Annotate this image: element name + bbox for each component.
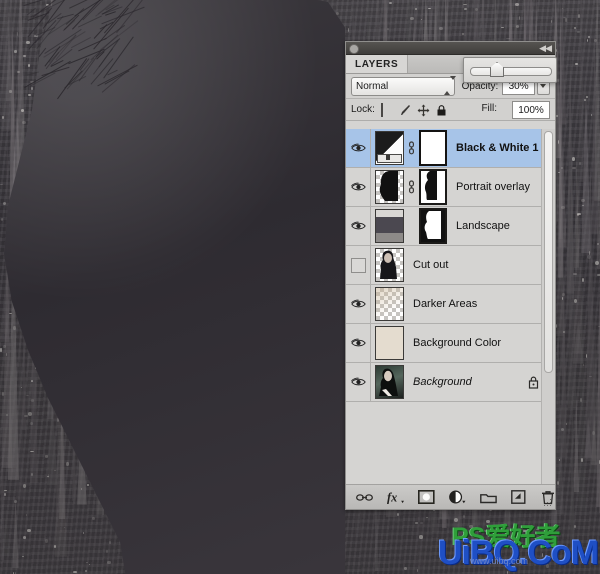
brush-icon bbox=[400, 104, 410, 115]
lock-icon bbox=[437, 104, 446, 115]
chevron-updown-icon[interactable] bbox=[443, 75, 456, 95]
eye-icon bbox=[350, 377, 366, 386]
layer-visibility-empty[interactable] bbox=[350, 257, 366, 273]
layer-row[interactable]: Portrait overlay bbox=[346, 168, 555, 207]
layer-visibility-toggle[interactable] bbox=[346, 168, 371, 206]
new-layer-icon bbox=[511, 490, 526, 504]
layer-name: Background Color bbox=[413, 337, 502, 349]
add-layer-mask-button[interactable] bbox=[418, 489, 435, 506]
layer-thumbnail[interactable] bbox=[375, 365, 404, 399]
layer-list[interactable]: Black & White 1 Portrait overlay Landsca… bbox=[346, 129, 555, 484]
layer-row[interactable]: Background bbox=[346, 363, 555, 402]
layer-visibility-toggle[interactable] bbox=[346, 285, 371, 323]
panel-tab-label: LAYERS bbox=[355, 58, 399, 70]
layer-thumbnail[interactable] bbox=[375, 131, 404, 165]
layer-thumbnail[interactable] bbox=[375, 326, 404, 360]
lock-row[interactable]: Lock: Fill: 100% bbox=[346, 99, 555, 121]
watermark-sub: www.uibq.com bbox=[470, 556, 529, 566]
layer-name: Black & White 1 bbox=[456, 142, 539, 154]
layer-name: Background bbox=[413, 376, 472, 388]
layer-name: Cut out bbox=[413, 259, 449, 271]
scrollbar-thumb[interactable] bbox=[544, 131, 553, 373]
layer-row[interactable]: Landscape bbox=[346, 207, 555, 246]
layer-row[interactable]: Darker Areas bbox=[346, 285, 555, 324]
eye-icon bbox=[350, 143, 366, 152]
lock-position-button[interactable] bbox=[417, 104, 430, 116]
layer-thumbnail[interactable] bbox=[375, 170, 404, 204]
layer-visibility-toggle[interactable] bbox=[346, 129, 371, 167]
layer-locked-icon bbox=[528, 376, 539, 392]
layer-name: Darker Areas bbox=[413, 298, 478, 310]
svg-text:fx: fx bbox=[387, 490, 397, 504]
head-profile-shape bbox=[4, 0, 345, 574]
layer-thumbnail[interactable] bbox=[375, 209, 404, 243]
layer-thumbnail[interactable] bbox=[375, 287, 404, 321]
mask-link-icon[interactable] bbox=[406, 180, 417, 194]
panel-titlebar[interactable]: ◀◀ bbox=[346, 42, 555, 55]
layer-visibility-toggle[interactable] bbox=[346, 363, 371, 401]
new-layer-button[interactable] bbox=[511, 489, 526, 506]
lock-image-pixels-button[interactable] bbox=[399, 104, 411, 116]
layer-visibility-toggle[interactable] bbox=[346, 324, 371, 362]
layer-name: Portrait overlay bbox=[456, 181, 530, 193]
blend-mode-select[interactable]: Normal bbox=[351, 75, 456, 96]
layer-row[interactable]: Background Color bbox=[346, 324, 555, 363]
layer-row[interactable]: Black & White 1 bbox=[346, 129, 555, 168]
half-circle-icon bbox=[449, 490, 466, 503]
tab-layers[interactable]: LAYERS bbox=[346, 55, 409, 73]
eye-icon bbox=[350, 338, 366, 347]
layer-mask-thumbnail[interactable] bbox=[419, 169, 447, 205]
lock-label: Lock: bbox=[351, 104, 375, 115]
checkerboard-icon bbox=[380, 102, 383, 117]
layers-footer-toolbar[interactable]: fx bbox=[346, 484, 555, 509]
fill-value: 100% bbox=[518, 104, 544, 116]
layer-mask-thumbnail[interactable] bbox=[419, 208, 447, 244]
folder-icon bbox=[480, 493, 497, 503]
fx-icon: fx bbox=[387, 490, 404, 504]
layer-visibility-toggle[interactable] bbox=[346, 207, 371, 245]
layer-visibility-toggle[interactable] bbox=[346, 246, 371, 284]
opacity-slider-thumb[interactable] bbox=[490, 62, 504, 77]
fill-input[interactable]: 100% bbox=[512, 101, 550, 119]
layer-style-button[interactable]: fx bbox=[387, 489, 404, 506]
chevron-down-icon bbox=[540, 84, 547, 88]
layers-scrollbar[interactable] bbox=[541, 129, 555, 484]
mask-icon bbox=[418, 490, 435, 504]
blend-mode-value: Normal bbox=[356, 80, 389, 92]
opacity-slider-track[interactable] bbox=[470, 67, 552, 76]
resize-grip-icon[interactable] bbox=[543, 498, 552, 507]
lock-all-button[interactable] bbox=[435, 104, 447, 116]
eye-icon bbox=[350, 221, 366, 230]
eye-icon bbox=[350, 182, 366, 191]
opacity-slider-popup[interactable] bbox=[463, 57, 557, 83]
portrait-silhouette-region bbox=[0, 0, 345, 574]
eye-icon bbox=[350, 299, 366, 308]
panel-grab-dot-icon bbox=[349, 44, 359, 54]
layer-row[interactable]: Cut out bbox=[346, 246, 555, 285]
lock-transparent-pixels-button[interactable] bbox=[380, 102, 393, 117]
mask-link-icon[interactable] bbox=[406, 141, 417, 155]
link-icon bbox=[356, 493, 373, 501]
collapse-to-icons-icon[interactable]: ◀◀ bbox=[539, 43, 552, 53]
layer-thumbnail[interactable] bbox=[375, 248, 404, 282]
bw-adjust-slider-icon bbox=[377, 154, 402, 163]
fill-label: Fill: bbox=[481, 103, 497, 114]
layer-mask-thumbnail[interactable] bbox=[419, 130, 447, 166]
new-group-button[interactable] bbox=[480, 489, 497, 506]
link-layers-button[interactable] bbox=[356, 489, 373, 506]
watermark-blue: UiBQ.CoM bbox=[438, 534, 599, 572]
move-icon bbox=[417, 104, 430, 116]
new-adjustment-layer-button[interactable] bbox=[449, 489, 466, 506]
layers-panel[interactable]: ◀◀ LAYERS Normal Opacity: 30% Lock: Fill… bbox=[345, 41, 557, 510]
layer-name: Landscape bbox=[456, 220, 510, 232]
